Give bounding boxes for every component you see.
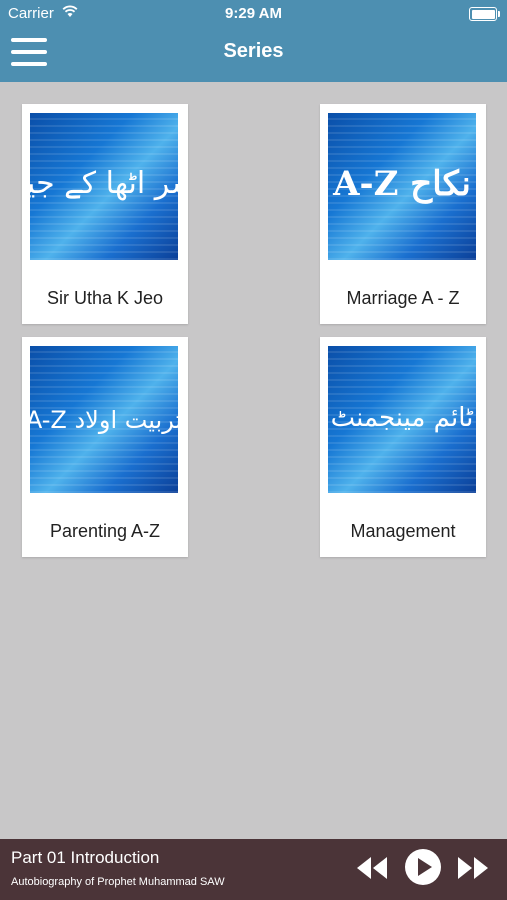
fast-forward-icon[interactable] — [456, 855, 490, 886]
thumbnail-text: سر اٹھا کے جیو — [30, 166, 178, 201]
thumbnail-text: ٹائم مینجمنٹ — [331, 403, 475, 433]
series-label: Sir Utha K Jeo — [46, 288, 164, 308]
series-thumbnail: تربیت اولاد A-Z — [30, 346, 178, 493]
series-label: Parenting A-Z — [49, 521, 161, 541]
thumbnail-text: نکاح A-Z — [332, 164, 471, 204]
clock: 9:29 AM — [225, 5, 282, 22]
track-subtitle: Autobiography of Prophet Muhammad SAW — [11, 876, 225, 888]
series-card-sir-utha-k-jeo[interactable]: سر اٹھا کے جیو Sir Utha K Jeo — [22, 104, 188, 324]
nav-bar: Carrier 9:29 AM Series — [0, 0, 507, 82]
series-thumbnail: نکاح A-Z — [328, 113, 476, 260]
series-label: Marriage A - Z — [346, 288, 460, 308]
track-title: Part 01 Introduction — [11, 848, 160, 867]
play-icon[interactable] — [403, 847, 443, 892]
series-card-marriage[interactable]: نکاح A-Z Marriage A - Z — [320, 104, 486, 324]
thumbnail-text: تربیت اولاد A-Z — [30, 406, 178, 434]
rewind-icon[interactable] — [355, 855, 389, 886]
battery-icon — [469, 7, 500, 21]
mini-player[interactable]: Part 01 Introduction Autobiography of Pr… — [0, 839, 507, 900]
status-bar: Carrier 9:29 AM — [0, 0, 507, 28]
page-title: Series — [223, 40, 284, 62]
series-label: Management — [350, 521, 456, 541]
series-thumbnail: سر اٹھا کے جیو — [30, 113, 178, 260]
series-card-management[interactable]: ٹائم مینجمنٹ Management — [320, 337, 486, 557]
series-card-parenting[interactable]: تربیت اولاد A-Z Parenting A-Z — [22, 337, 188, 557]
series-thumbnail: ٹائم مینجمنٹ — [328, 346, 476, 493]
